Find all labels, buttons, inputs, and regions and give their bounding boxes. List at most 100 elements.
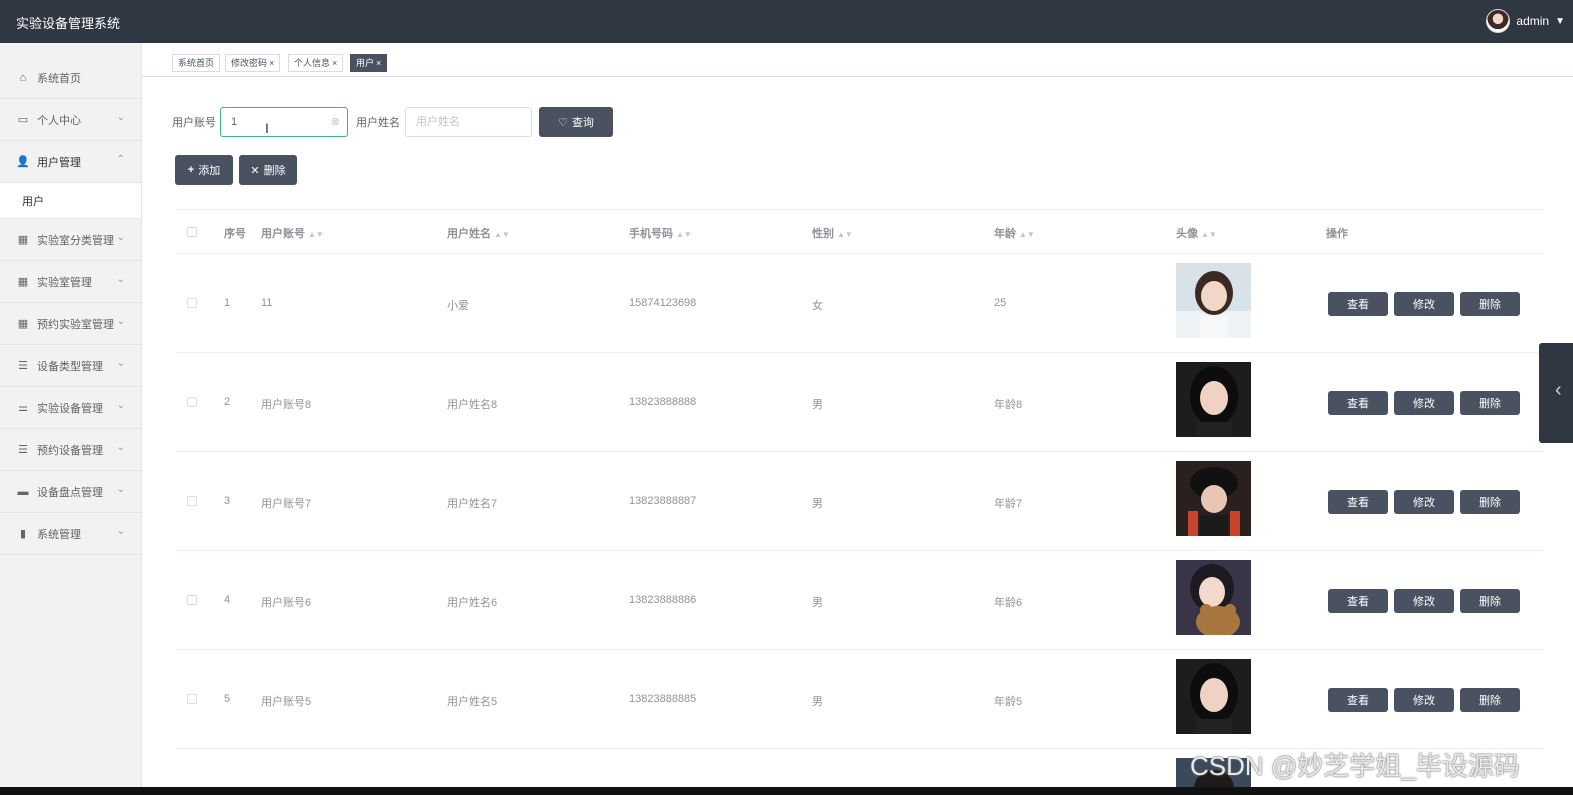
- chevron-down-icon: ⌄: [116, 400, 125, 411]
- sort-icon[interactable]: ▲▼: [494, 230, 510, 239]
- close-icon[interactable]: ×: [332, 58, 337, 68]
- row-checkbox[interactable]: [187, 694, 197, 704]
- avatar-image[interactable]: [1176, 362, 1251, 437]
- batch-delete-button[interactable]: ✕ 删除: [239, 155, 297, 185]
- tag-label: 个人信息: [294, 58, 331, 68]
- row-checkbox[interactable]: [187, 496, 197, 506]
- row-checkbox[interactable]: [187, 298, 197, 308]
- account-label: 用户账号: [172, 117, 216, 129]
- cell-phone: 13823888888: [629, 396, 697, 408]
- column-header-account[interactable]: 用户账号 ▲▼: [261, 225, 324, 241]
- edit-button[interactable]: 修改: [1394, 589, 1454, 613]
- avatar-image[interactable]: [1176, 263, 1251, 338]
- sidebar-item-label: 系统管理: [37, 528, 81, 541]
- tag-user[interactable]: 用户 ×: [350, 54, 388, 72]
- caret-down-icon[interactable]: ▼: [1555, 16, 1565, 27]
- tag-change-password[interactable]: 修改密码 ×: [225, 54, 281, 72]
- cell-name: 用户姓名6: [447, 597, 498, 609]
- user-menu[interactable]: admin ▼: [1486, 9, 1565, 33]
- sidebar-item-lab-booking[interactable]: ▦ 预约实验室管理 ⌄: [0, 303, 141, 345]
- edit-button[interactable]: 修改: [1394, 688, 1454, 712]
- sidebar-item-lab-category[interactable]: ▦ 实验室分类管理 ⌄: [0, 219, 141, 261]
- column-header-age[interactable]: 年龄 ▲▼: [994, 225, 1035, 241]
- delete-button[interactable]: 删除: [1460, 589, 1520, 613]
- column-header-gender[interactable]: 性别 ▲▼: [812, 225, 853, 241]
- sidebar-item-lab-device[interactable]: ⚌ 实验设备管理 ⌄: [0, 387, 141, 429]
- tag-label: 用户: [356, 58, 375, 68]
- clear-icon[interactable]: ⊗: [331, 108, 340, 136]
- query-button[interactable]: ♡ 查询: [539, 107, 613, 137]
- row-checkbox[interactable]: [187, 397, 197, 407]
- username[interactable]: admin: [1516, 14, 1549, 28]
- grid-icon: ▦: [17, 234, 29, 246]
- close-icon[interactable]: ×: [376, 58, 381, 68]
- cell-age: 年龄6: [994, 597, 1023, 609]
- edit-button[interactable]: 修改: [1394, 391, 1454, 415]
- delete-button[interactable]: 删除: [1460, 688, 1520, 712]
- sort-icon[interactable]: ▲▼: [676, 230, 692, 239]
- avatar[interactable]: [1486, 9, 1511, 33]
- sidebar-item-user-management[interactable]: 👤 用户管理 ⌃: [0, 141, 141, 183]
- select-all-checkbox[interactable]: [187, 227, 197, 237]
- avatar-image[interactable]: [1176, 560, 1251, 635]
- edit-button[interactable]: 修改: [1394, 292, 1454, 316]
- app-title: 实验设备管理系统: [16, 16, 121, 31]
- chevron-down-icon: ⌄: [116, 112, 125, 123]
- sidebar-item-personal-center[interactable]: ▭ 个人中心 ⌄: [0, 99, 141, 141]
- sidebar-item-device-type[interactable]: ☰ 设备类型管理 ⌄: [0, 345, 141, 387]
- sidebar-item-label: 实验室管理: [37, 276, 92, 289]
- view-button[interactable]: 查看: [1328, 589, 1388, 613]
- delete-button[interactable]: 删除: [1460, 391, 1520, 415]
- sort-icon[interactable]: ▲▼: [1019, 230, 1035, 239]
- add-button[interactable]: + 添加: [175, 155, 233, 185]
- sidebar-item-device-inventory[interactable]: ▬ 设备盘点管理 ⌄: [0, 471, 141, 513]
- name-input[interactable]: 用户姓名: [405, 107, 532, 137]
- add-button-label: 添加: [198, 165, 221, 177]
- table-row: 1 11 小爱 15874123698 女 25 查看 修改 删除: [176, 254, 1544, 353]
- sidebar-item-label: 实验设备管理: [37, 402, 103, 415]
- view-button[interactable]: 查看: [1328, 490, 1388, 514]
- sort-icon[interactable]: ▲▼: [308, 230, 324, 239]
- sidebar-item-device-booking[interactable]: ☰ 预约设备管理 ⌄: [0, 429, 141, 471]
- side-panel-toggle[interactable]: ‹: [1539, 343, 1573, 443]
- sidebar-item-lab[interactable]: ▦ 实验室管理 ⌄: [0, 261, 141, 303]
- batch-delete-button-label: 删除: [263, 165, 286, 177]
- edit-button[interactable]: 修改: [1394, 490, 1454, 514]
- table-row: 5 用户账号5 用户姓名5 13823888885 男 年龄5 查看 修改 删除: [176, 650, 1544, 749]
- view-button[interactable]: 查看: [1328, 391, 1388, 415]
- header-label: 头像: [1176, 228, 1198, 240]
- cell-gender: 男: [812, 498, 823, 510]
- row-checkbox[interactable]: [187, 595, 197, 605]
- sort-icon[interactable]: ▲▼: [837, 230, 853, 239]
- close-icon[interactable]: ×: [269, 58, 274, 68]
- column-header-name[interactable]: 用户姓名 ▲▼: [447, 225, 510, 241]
- delete-button[interactable]: 删除: [1460, 490, 1520, 514]
- tag-home[interactable]: 系统首页: [172, 54, 221, 72]
- delete-button[interactable]: 删除: [1460, 292, 1520, 316]
- sidebar-item-home[interactable]: ⌂ 系统首页: [0, 57, 141, 99]
- sidebar-subitem-user[interactable]: 用户: [0, 183, 141, 219]
- cell-name: 用户姓名8: [447, 399, 498, 411]
- text-cursor-icon: I: [265, 120, 269, 136]
- view-button[interactable]: 查看: [1328, 688, 1388, 712]
- cell-gender: 男: [812, 597, 823, 609]
- column-header-avatar[interactable]: 头像 ▲▼: [1176, 225, 1217, 241]
- header-label: 用户账号: [261, 228, 305, 240]
- cell-phone: 15874123698: [629, 297, 697, 309]
- view-button[interactable]: 查看: [1328, 292, 1388, 316]
- account-input[interactable]: 1 I ⊗: [220, 107, 348, 137]
- tag-personal-info[interactable]: 个人信息 ×: [288, 54, 344, 72]
- grid-dots-icon: ▦: [17, 276, 29, 288]
- name-input-placeholder: 用户姓名: [416, 116, 460, 128]
- chevron-down-icon: ⌄: [116, 442, 125, 453]
- sidebar-item-system[interactable]: ▮ 系统管理 ⌄: [0, 513, 141, 555]
- avatar-image[interactable]: [1176, 659, 1251, 734]
- sort-icon[interactable]: ▲▼: [1201, 230, 1217, 239]
- sidebar-subitem-label: 用户: [22, 195, 44, 208]
- column-header-phone[interactable]: 手机号码 ▲▼: [629, 225, 692, 241]
- sidebar-item-label: 设备类型管理: [37, 360, 103, 373]
- cell-phone: 13823888887: [629, 495, 697, 507]
- cell-name: 小爱: [447, 300, 469, 312]
- chart-icon: ▮: [19, 528, 27, 540]
- avatar-image[interactable]: [1176, 461, 1251, 536]
